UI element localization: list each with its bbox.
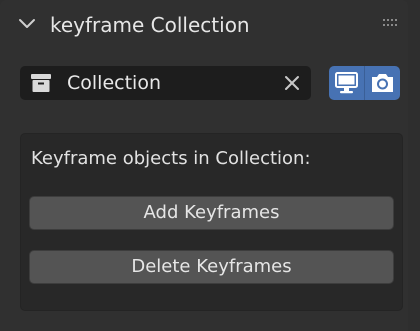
camera-icon [372,74,393,92]
panel-title: keyframe Collection [50,13,250,37]
panel-header[interactable]: keyframe Collection [0,0,408,50]
collection-field[interactable]: Collection [20,66,311,100]
chevron-down-icon[interactable] [18,15,36,33]
grip-icon[interactable] [382,17,402,31]
viewport-toggle-button[interactable] [329,66,364,100]
keyframe-subpanel: Keyframe objects in Collection: Add Keyf… [20,133,403,311]
add-keyframes-button[interactable]: Add Keyframes [29,196,394,230]
clear-x-icon[interactable] [283,74,301,92]
collection-field-value: Collection [67,72,161,94]
monitor-icon [335,72,358,94]
collection-box-icon [31,74,51,92]
delete-keyframes-button[interactable]: Delete Keyframes [29,250,394,284]
keyframe-objects-label: Keyframe objects in Collection: [31,148,311,169]
keyframe-collection-panel: keyframe Collection Collection Keyframe … [0,0,408,331]
visibility-toggles [329,66,400,100]
render-toggle-button[interactable] [365,66,400,100]
